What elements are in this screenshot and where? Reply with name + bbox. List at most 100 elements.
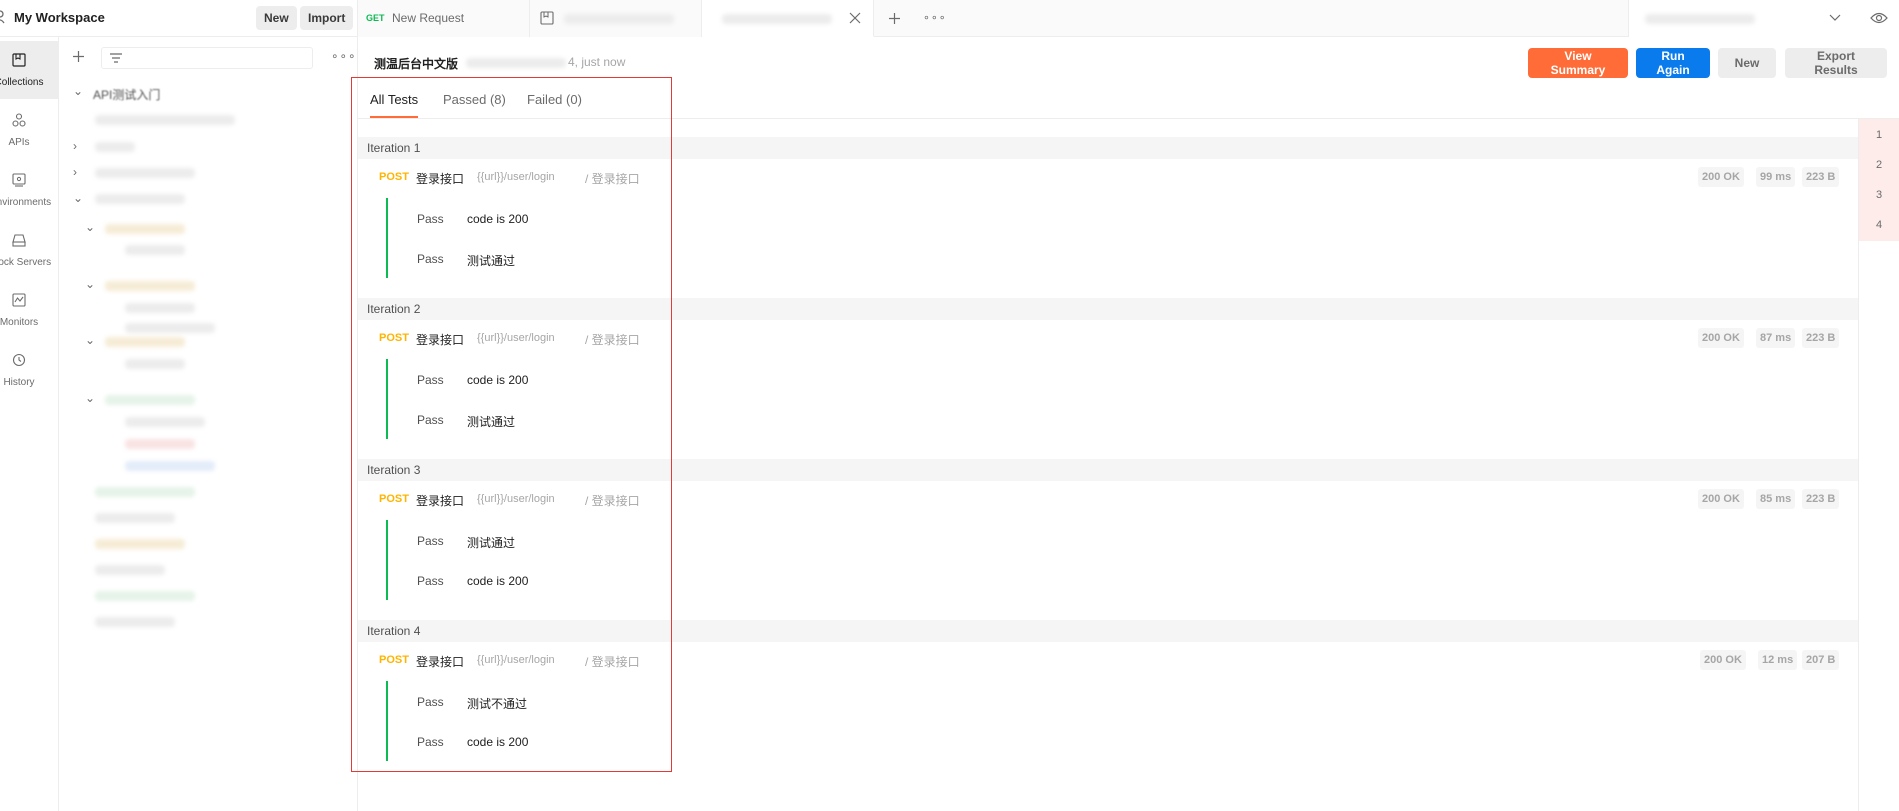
status-badge: 200 OK: [1700, 650, 1746, 670]
rail-label-environments: Environments: [0, 197, 52, 208]
blurred-collection-item: [95, 487, 195, 497]
export-results-button[interactable]: Export Results: [1785, 48, 1887, 78]
rail-label-mock-servers: Mock Servers: [0, 257, 52, 268]
add-tab-icon[interactable]: [888, 12, 901, 25]
tree-row[interactable]: ⌄: [85, 277, 95, 293]
blurred-collection-item: [95, 168, 195, 178]
collections-toolbar: ∘∘∘: [59, 37, 358, 77]
plus-icon[interactable]: [72, 50, 85, 63]
rail-label-history: History: [3, 377, 35, 388]
blurred-collection-item: [95, 565, 165, 575]
new-button[interactable]: New: [256, 6, 297, 30]
tree-row[interactable]: ⌄: [85, 391, 95, 407]
chevron-down-icon: ⌄: [73, 84, 84, 98]
request-row[interactable]: POST 登录接口 {{url}}/user/login / 登录接口 200 …: [358, 328, 1858, 352]
iteration-header: Iteration 1: [358, 137, 1858, 159]
chevron-down-icon: ⌄: [85, 220, 96, 234]
run-again-button[interactable]: Run Again: [1636, 48, 1710, 78]
collection-name: API测试入门: [93, 88, 161, 102]
request-name: 登录接口: [416, 333, 465, 347]
test-status: Pass: [417, 534, 444, 548]
import-button[interactable]: Import: [300, 6, 354, 30]
tab-options-icon[interactable]: ∘∘∘: [923, 11, 947, 24]
close-icon[interactable]: [849, 12, 861, 24]
workspace-title[interactable]: My Workspace: [14, 10, 105, 25]
blurred-collection-item: [105, 224, 185, 234]
tab-failed[interactable]: Failed (0): [527, 92, 582, 118]
tree-row[interactable]: ⌄: [73, 191, 83, 207]
test-status: Pass: [417, 373, 444, 387]
time-badge: 85 ms: [1756, 489, 1796, 509]
tree-row[interactable]: ›: [73, 139, 77, 155]
test-status: Pass: [417, 212, 444, 226]
gutter-iteration-number[interactable]: 4: [1859, 219, 1899, 231]
iteration-label: Iteration 4: [367, 624, 421, 638]
collections-icon: [540, 11, 554, 25]
tab-collection[interactable]: [530, 0, 702, 37]
test-name: 测试不通过: [467, 697, 528, 711]
tree-row[interactable]: ⌄: [85, 220, 95, 236]
gutter-iteration-number[interactable]: 1: [1859, 129, 1899, 141]
more-options-icon[interactable]: ∘∘∘: [331, 49, 357, 63]
test-group-bar: [386, 198, 388, 278]
blurred-collection-item: [105, 395, 195, 405]
request-path: / 登录接口: [585, 333, 640, 347]
tree-row[interactable]: ›: [73, 165, 77, 181]
rail-item-collections[interactable]: Collections: [0, 41, 58, 99]
blurred-collection-item: [95, 142, 135, 152]
status-badge: 200 OK: [1698, 489, 1744, 509]
gutter-iteration-number[interactable]: 3: [1859, 189, 1899, 201]
blurred-collection-item: [125, 461, 215, 471]
rail-item-mock-servers[interactable]: Mock Servers: [0, 221, 58, 279]
request-name: 登录接口: [416, 172, 465, 186]
monitors-icon: [12, 293, 26, 307]
rail-item-monitors[interactable]: Monitors: [0, 281, 58, 339]
iteration-header: Iteration 4: [358, 620, 1858, 642]
size-badge: 223 B: [1802, 328, 1840, 348]
request-path: / 登录接口: [585, 655, 640, 669]
environment-select[interactable]: [1628, 0, 1899, 37]
eye-icon[interactable]: [1870, 11, 1888, 25]
tab-method: GET: [366, 13, 385, 23]
iteration-scroll-gutter[interactable]: 1 2 3 4: [1858, 119, 1899, 811]
environments-icon: [12, 173, 26, 187]
tab-new-request[interactable]: GET New Request: [358, 0, 530, 37]
request-name: 登录接口: [416, 655, 465, 669]
blurred-collection-item: [125, 359, 185, 369]
blurred-collection-item: [95, 194, 185, 204]
chevron-down-icon: ⌄: [85, 333, 96, 347]
history-icon: [12, 353, 26, 367]
rail-label-monitors: Monitors: [0, 317, 39, 328]
size-badge: 207 B: [1802, 650, 1840, 670]
test-name: code is 200: [467, 373, 529, 387]
request-row[interactable]: POST 登录接口 {{url}}/user/login / 登录接口 200 …: [358, 489, 1858, 513]
tree-row[interactable]: ⌄: [85, 333, 95, 349]
request-row[interactable]: POST 登录接口 {{url}}/user/login / 登录接口 200 …: [358, 650, 1858, 674]
filter-icon: [110, 53, 122, 63]
rail-label-collections: Collections: [0, 77, 44, 88]
rail-item-environments[interactable]: Environments: [0, 161, 58, 219]
request-row[interactable]: POST 登录接口 {{url}}/user/login / 登录接口 200 …: [358, 167, 1858, 191]
blurred-collection-item: [125, 245, 185, 255]
request-url: {{url}}/user/login: [477, 654, 555, 666]
view-summary-button[interactable]: View Summary: [1528, 48, 1628, 78]
tab-passed[interactable]: Passed (8): [443, 92, 506, 118]
tab-name: New Request: [392, 11, 465, 25]
sidebar-rail: Collections APIs Environments Mock Serve…: [0, 37, 59, 811]
rail-item-apis[interactable]: APIs: [0, 101, 58, 159]
blurred-run-info: [466, 58, 566, 68]
gutter-iteration-number[interactable]: 2: [1859, 159, 1899, 171]
chevron-down-icon: ⌄: [85, 391, 96, 405]
tab-all-tests[interactable]: All Tests: [370, 92, 419, 118]
rail-item-history[interactable]: History: [0, 341, 58, 399]
iteration-header: Iteration 2: [358, 298, 1858, 320]
collections-filter-input[interactable]: [101, 47, 313, 69]
blurred-collection-item: [105, 337, 185, 347]
blurred-collection-item: [125, 323, 215, 333]
results-list: Iteration 1 POST 登录接口 {{url}}/user/login…: [358, 119, 1858, 811]
new-run-button[interactable]: New: [1718, 48, 1776, 78]
status-badge: 200 OK: [1698, 328, 1744, 348]
chevron-down-icon: ⌄: [73, 191, 84, 205]
tab-runner[interactable]: [702, 0, 874, 37]
request-name: 登录接口: [416, 494, 465, 508]
